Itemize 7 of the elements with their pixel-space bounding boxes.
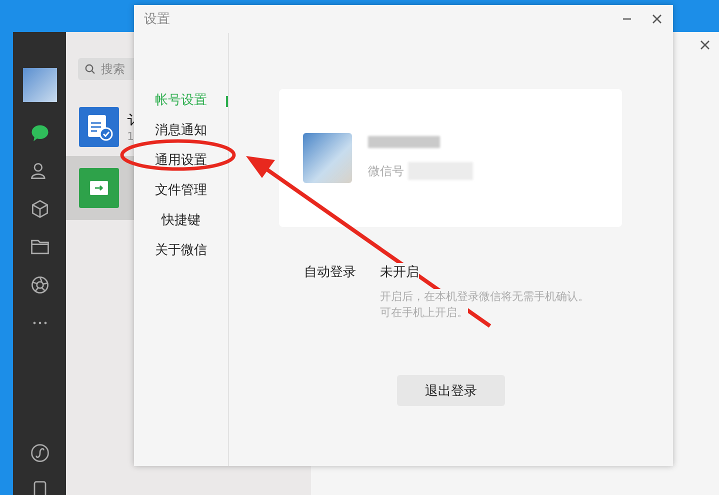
auto-login-label: 自动登录 [304, 264, 356, 282]
search-placeholder: 搜索 [101, 60, 125, 78]
dialog-title: 设置 [144, 11, 171, 28]
wechat-id-label: 微信号 [368, 162, 404, 180]
auto-login-status: 未开启 [380, 263, 419, 281]
chat-title: 讠 [127, 112, 141, 130]
chat-preview: 1 [127, 130, 135, 142]
